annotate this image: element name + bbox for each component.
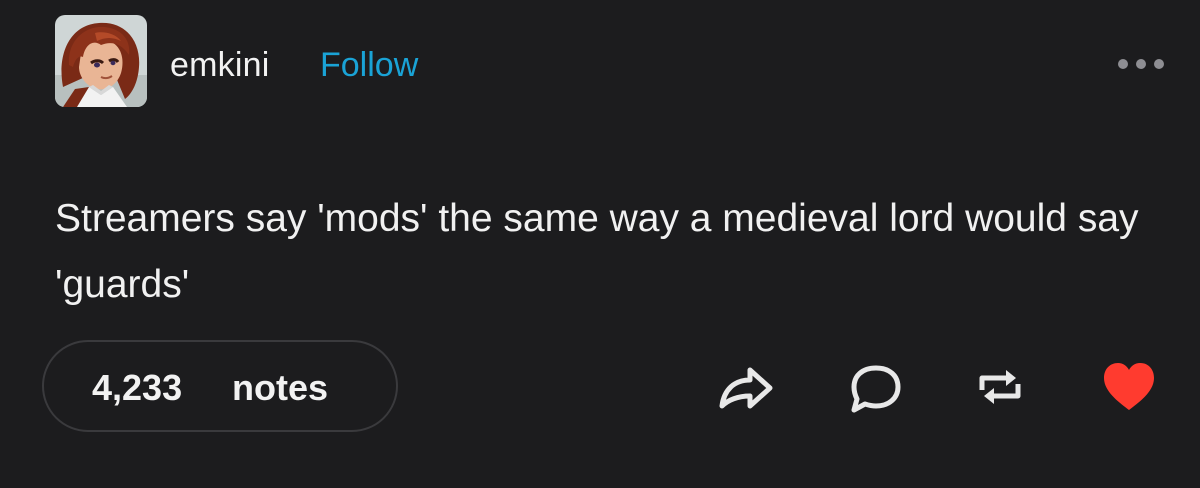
reblog-button[interactable]	[970, 360, 1030, 416]
tumblr-post: emkini Follow Streamers say 'mods' the s…	[0, 0, 1200, 488]
heart-icon	[1104, 363, 1154, 410]
like-button[interactable]	[1098, 358, 1158, 414]
notes-label: notes	[232, 367, 329, 408]
avatar[interactable]	[55, 15, 147, 107]
follow-button[interactable]: Follow	[320, 46, 418, 85]
reblog-icon	[979, 370, 1021, 404]
avatar-illustration	[55, 15, 147, 107]
reply-button[interactable]	[846, 360, 906, 416]
more-options-button[interactable]	[1114, 52, 1168, 76]
notes-button[interactable]: 4,233 notes	[42, 340, 398, 432]
post-author[interactable]: emkini	[170, 46, 269, 85]
share-icon	[719, 367, 773, 409]
more-horizontal-icon	[1118, 59, 1164, 69]
share-button[interactable]	[716, 360, 776, 416]
post-body-text: Streamers say 'mods' the same way a medi…	[55, 197, 1139, 306]
notes-count: 4,233	[92, 367, 183, 408]
reply-icon	[851, 365, 901, 413]
